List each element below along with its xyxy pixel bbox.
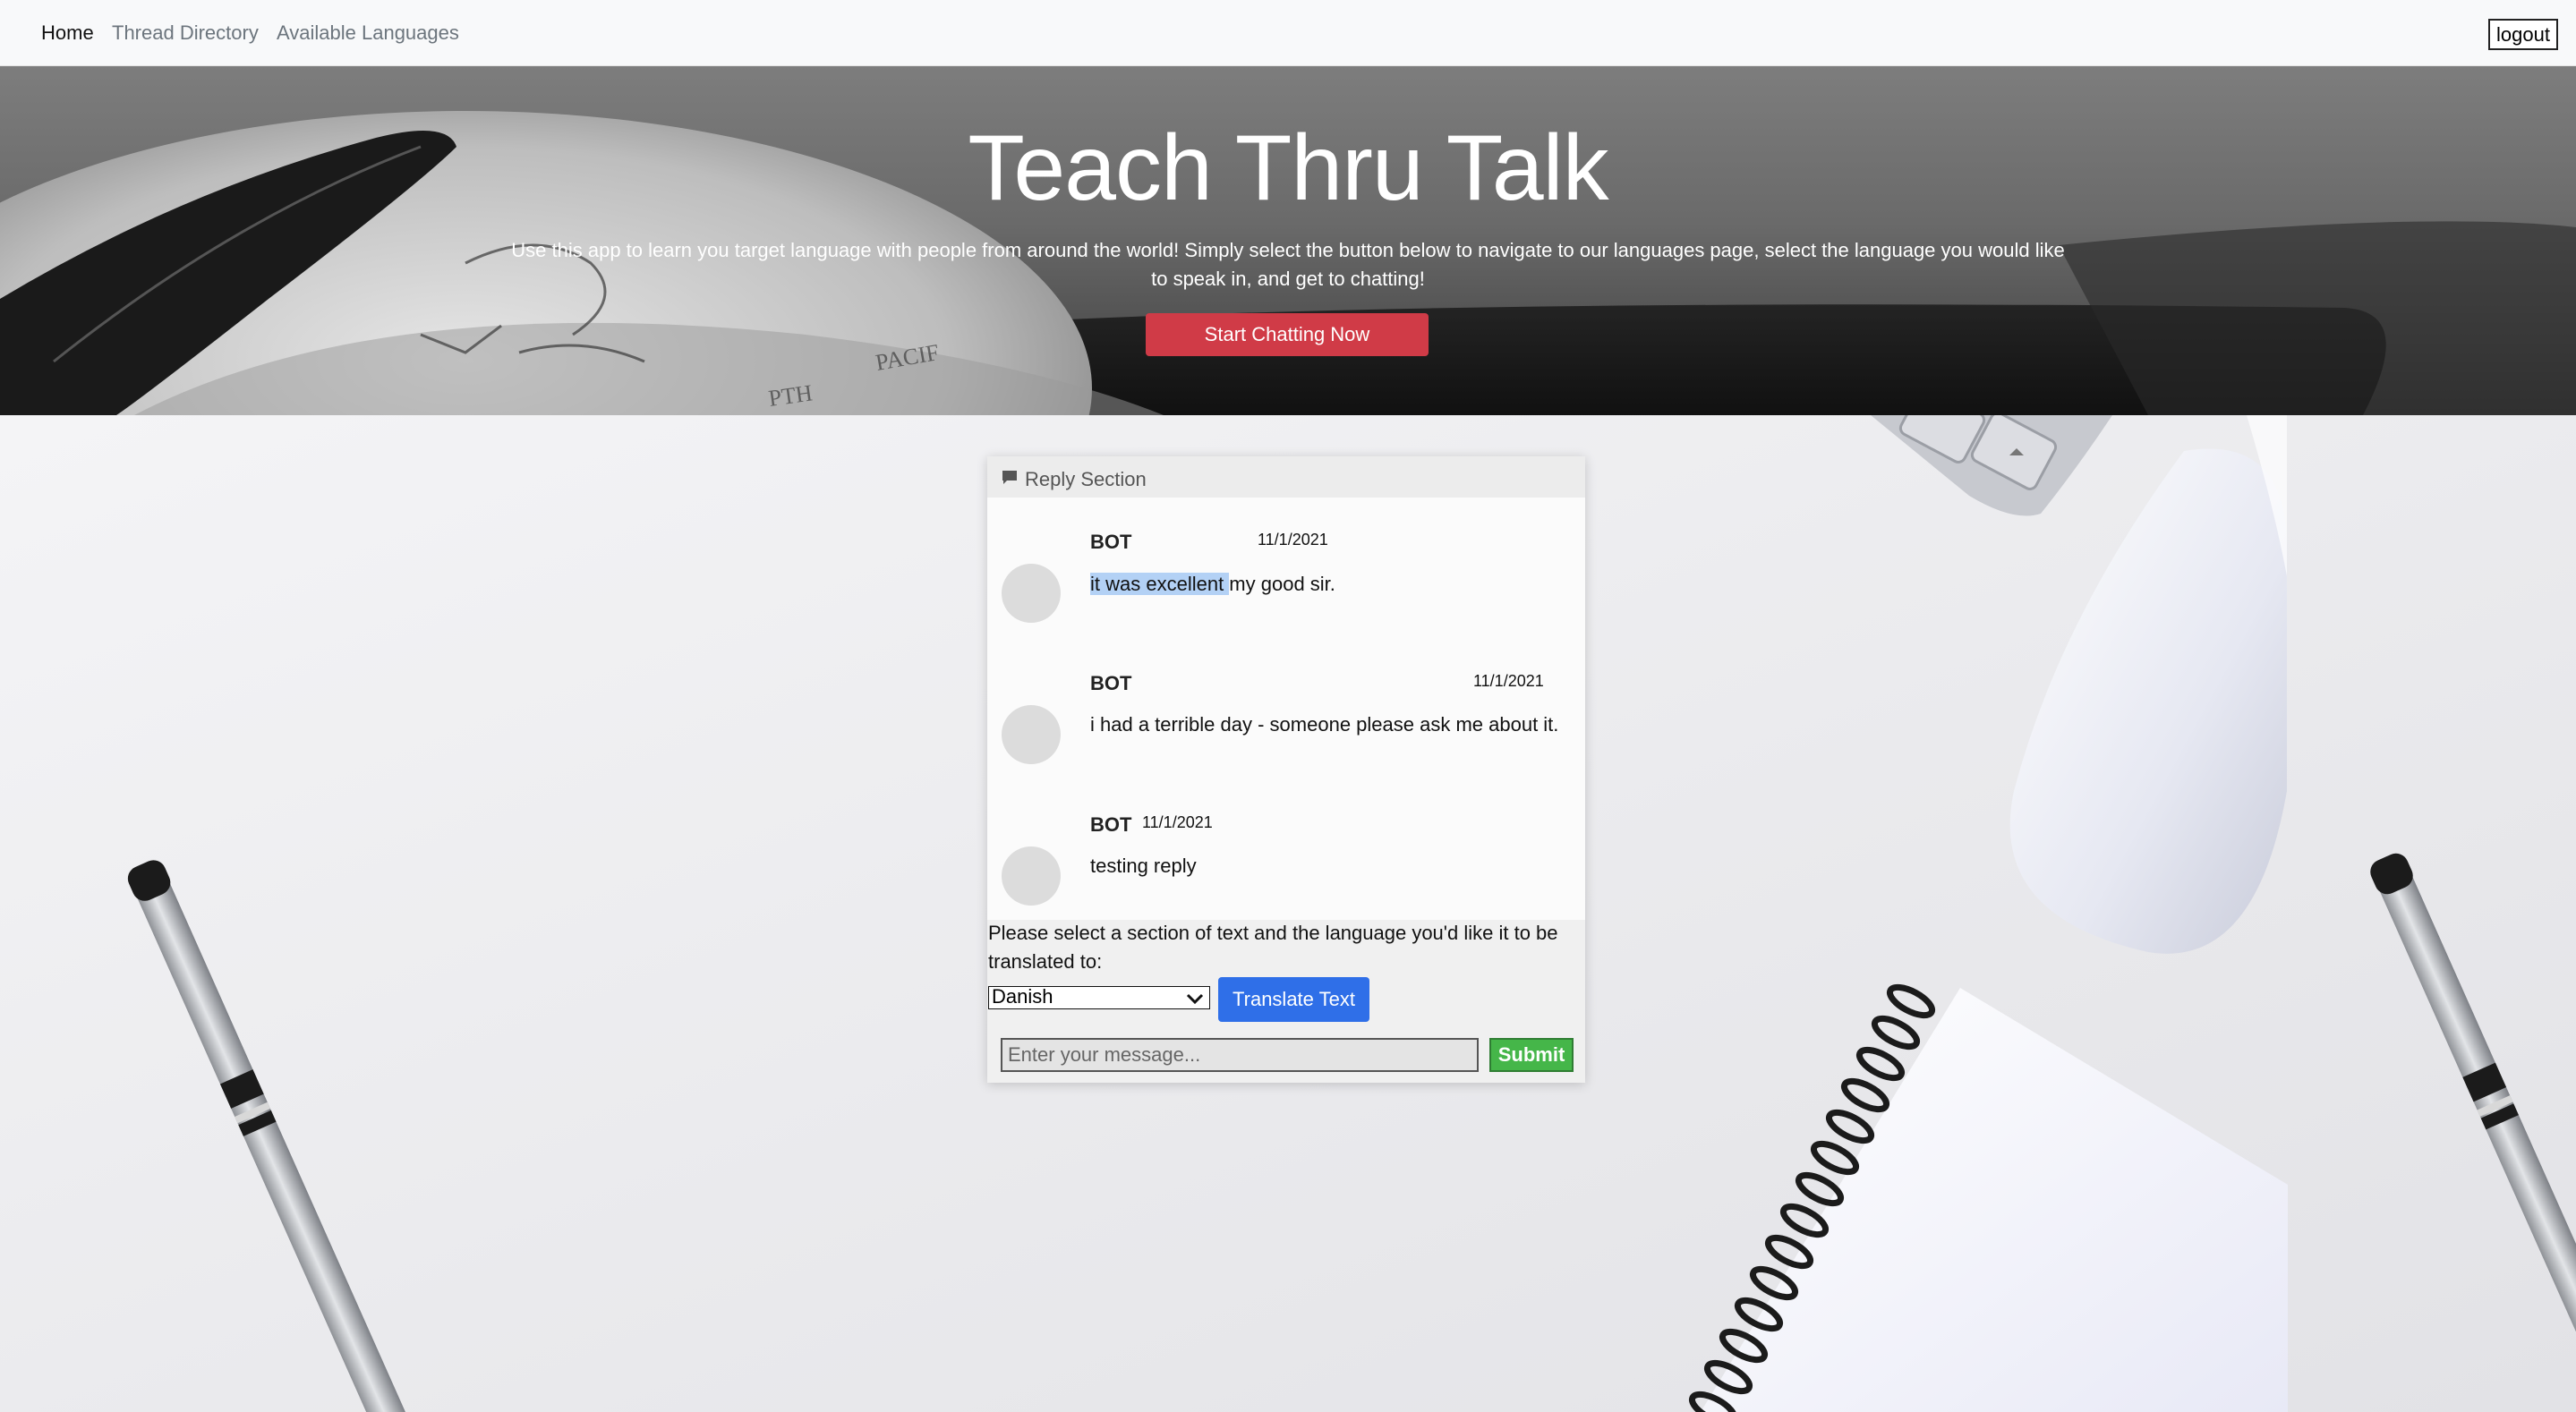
logout-button[interactable]: logout — [2488, 19, 2558, 50]
message-item: BOT 11/1/2021 i had a terrible day - som… — [987, 638, 1585, 772]
hero-description: Use this app to learn you target languag… — [511, 239, 2065, 290]
reply-section-title: Reply Section — [1025, 468, 1147, 490]
message-author: BOT — [1090, 672, 1132, 694]
avatar — [1002, 705, 1061, 764]
translate-text-button[interactable]: Translate Text — [1218, 977, 1369, 1022]
top-navbar: Home Thread Directory Available Language… — [0, 0, 2576, 66]
chevron-down-icon — [1186, 993, 1204, 1004]
message-author: BOT — [1090, 531, 1132, 553]
selected-text: it was excellent — [1090, 573, 1230, 595]
message-item: BOT 11/1/2021 testing reply — [987, 778, 1585, 913]
avatar — [1002, 846, 1061, 906]
language-select-value: Danish — [992, 985, 1053, 1008]
submit-button[interactable]: Submit — [1489, 1038, 1574, 1072]
reply-section-header: Reply Section — [987, 456, 1585, 498]
message-text-rest: my good sir. — [1229, 573, 1335, 595]
message-input[interactable] — [1001, 1038, 1479, 1072]
message-date: 11/1/2021 — [1473, 672, 1544, 690]
message-date: 11/1/2021 — [1142, 813, 1213, 831]
avatar — [1002, 564, 1061, 623]
language-select[interactable]: Danish — [988, 986, 1210, 1009]
translate-instructions: Please select a section of text and the … — [988, 922, 1558, 973]
nav-thread-directory[interactable]: Thread Directory — [112, 21, 259, 45]
message-text[interactable]: it was excellent my good sir. — [1090, 573, 1335, 596]
hero-banner: PTH PACIF Teach Thru Talk Use this app t… — [0, 66, 2576, 415]
comment-icon — [1002, 471, 1017, 484]
hero-title: Teach Thru Talk — [968, 116, 1608, 220]
start-chatting-button[interactable]: Start Chatting Now — [1146, 313, 1429, 356]
nav-home[interactable]: Home — [41, 21, 94, 45]
message-text[interactable]: testing reply — [1090, 855, 1197, 878]
message-author: BOT — [1090, 813, 1132, 836]
message-text[interactable]: i had a terrible day - someone please as… — [1090, 713, 1558, 736]
nav-available-languages[interactable]: Available Languages — [277, 21, 459, 45]
message-date: 11/1/2021 — [1258, 531, 1328, 549]
message-item: BOT 11/1/2021 it was excellent my good s… — [987, 498, 1585, 632]
message-list: BOT 11/1/2021 it was excellent my good s… — [987, 498, 1585, 920]
